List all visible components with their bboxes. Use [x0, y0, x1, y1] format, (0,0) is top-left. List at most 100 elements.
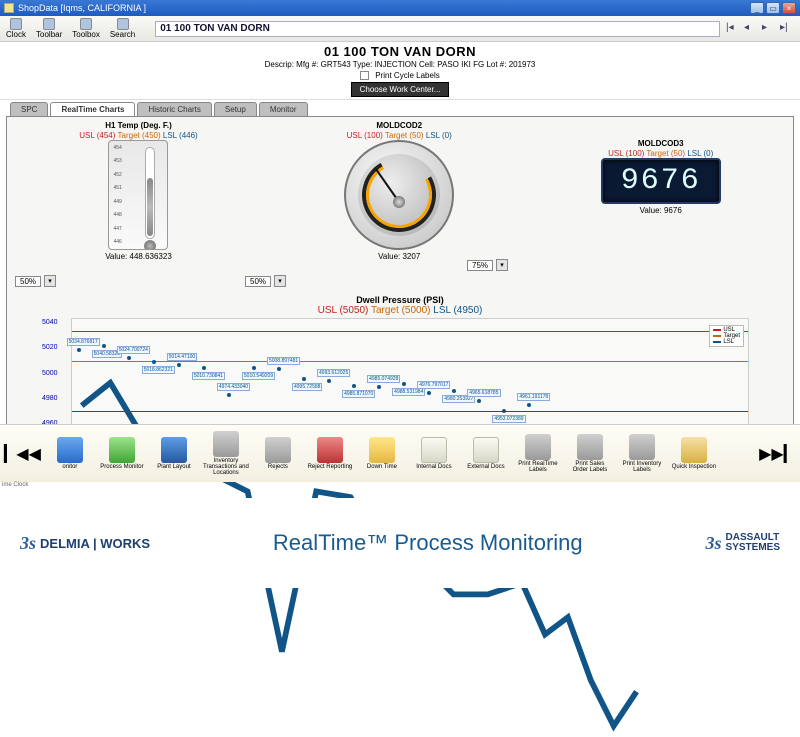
chart-point-label: 5008.897481 — [267, 357, 300, 365]
nav-first[interactable]: |◂ — [726, 22, 740, 36]
print-cycle-checkbox[interactable] — [360, 71, 369, 80]
chart-point-label: 4985.074928 — [367, 375, 400, 383]
tb-last-icon[interactable]: ▶▎ — [771, 444, 796, 464]
page-title: 01 100 TON VAN DORN — [0, 44, 800, 59]
printer-icon — [525, 434, 551, 460]
chart-title: Dwell Pressure (PSI) — [11, 295, 789, 305]
chart-point-label: 4961.191178 — [517, 393, 550, 401]
chart-area: 50405020500049804960 USL Target LSL 5034… — [71, 318, 749, 428]
tab-strip: SPC RealTime Charts Historic Charts Setu… — [0, 102, 800, 116]
page-header: 01 100 TON VAN DORN Descrip: Mfg #: GRT5… — [0, 42, 800, 100]
dassault-logo: 3s DASSAULTSYSTEMES — [706, 533, 780, 553]
tb-first-icon[interactable]: ▎◀ — [4, 444, 29, 464]
rejects-icon — [265, 437, 291, 463]
dropdown-icon[interactable]: ▾ — [496, 259, 508, 271]
tb-process-monitor[interactable]: Process Monitor — [99, 437, 145, 470]
tb-print-realtime[interactable]: Print RealTime Labels — [515, 434, 561, 474]
action-toolbar: ▎◀ ◀ onitor Process Monitor Plant Layout… — [0, 424, 800, 482]
chart-point-label: 5018.862321 — [142, 366, 175, 374]
toolbox-tool[interactable]: Toolbox — [72, 18, 100, 39]
dial-gauge: MOLDCOD2 USL (100) Target (50) LSL (0) V… — [334, 121, 464, 261]
dial-pct[interactable]: 50% — [245, 276, 271, 287]
tab-realtime-charts[interactable]: RealTime Charts — [50, 102, 135, 116]
minimize-button[interactable]: _ — [750, 2, 764, 14]
tb-rejects[interactable]: Rejects — [255, 437, 301, 470]
chart-point — [202, 366, 206, 370]
nav-next[interactable]: ▸ — [762, 22, 776, 36]
chart-point-label: 4976.797017 — [417, 381, 450, 389]
workcenter-address[interactable]: 01 100 TON VAN DORN — [155, 21, 720, 37]
dial-pct-right[interactable]: 75% — [467, 260, 493, 271]
nav-prev[interactable]: ◂ — [744, 22, 758, 36]
tab-spc[interactable]: SPC — [10, 102, 48, 116]
tb-inventory-trans[interactable]: Inventory Transactions and Locations — [203, 431, 249, 477]
printer-icon — [577, 434, 603, 460]
monitor-icon — [57, 437, 83, 463]
realtime-panel: H1 Temp (Deg. F.) USL (454) Target (450)… — [6, 116, 794, 456]
tb-onitor[interactable]: onitor — [47, 437, 93, 470]
footer-title: RealTime™ Process Monitoring — [273, 530, 583, 556]
toolbar-icon — [43, 18, 55, 30]
thermo-title: H1 Temp (Deg. F.) — [105, 121, 172, 130]
toolbar-tool[interactable]: Toolbar — [36, 18, 62, 39]
chart-point-label: 5014.47100 — [167, 353, 197, 361]
clock-icon — [10, 18, 22, 30]
chart-point — [327, 379, 331, 383]
dial-limits: USL (100) Target (50) LSL (0) — [347, 131, 452, 140]
chart-point — [152, 360, 156, 364]
chart-point — [227, 393, 231, 397]
plant-layout-icon — [161, 437, 187, 463]
tb-prev-icon[interactable]: ◀ — [29, 444, 41, 464]
toolbox-icon — [80, 18, 92, 30]
tb-print-sales[interactable]: Print Sales Order Labels — [567, 434, 613, 474]
chart-point-label: 5010.730841 — [192, 372, 225, 380]
lcd-title: MOLDCOD3 — [638, 139, 684, 148]
lcd-limits: USL (100) Target (50) LSL (0) — [608, 149, 713, 158]
tb-print-inventory[interactable]: Print Inventory Labels — [619, 434, 665, 474]
maximize-button[interactable]: ▭ — [766, 2, 780, 14]
thermometer-icon: 454453452451449448447446 — [108, 140, 168, 250]
chart-point — [102, 344, 106, 348]
thermo-value: Value: 448.636323 — [105, 252, 172, 261]
search-tool[interactable]: Search — [110, 18, 135, 39]
tb-external-docs[interactable]: External Docs — [463, 437, 509, 470]
internal-docs-icon — [421, 437, 447, 463]
tab-setup[interactable]: Setup — [214, 102, 257, 116]
dropdown-icon[interactable]: ▾ — [274, 275, 286, 287]
chart-point-label: 5024.700724 — [117, 346, 150, 354]
usl-line — [72, 331, 748, 332]
tab-monitor[interactable]: Monitor — [259, 102, 308, 116]
tab-historic-charts[interactable]: Historic Charts — [137, 102, 211, 116]
process-monitor-icon — [109, 437, 135, 463]
choose-workcenter-button[interactable]: Choose Work Center... — [351, 82, 450, 97]
close-button[interactable]: × — [782, 2, 796, 14]
chart-point-label: 4995.72588 — [292, 383, 322, 391]
chart-limits: USL (5050) Target (5000) LSL (4950) — [11, 305, 789, 316]
tb-down-time[interactable]: Down Time — [359, 437, 405, 470]
window-title: ShopData [Iqms, CALIFORNIA ] — [18, 3, 146, 13]
nav-last[interactable]: ▸| — [780, 22, 794, 36]
external-docs-icon — [473, 437, 499, 463]
chart-point — [452, 389, 456, 393]
thermo-pct[interactable]: 50% — [15, 276, 41, 287]
chart-point-label: 4988.531984 — [392, 388, 425, 396]
chart-legend: USL Target LSL — [709, 325, 744, 347]
inventory-icon — [213, 431, 239, 457]
tb-next-icon[interactable]: ▶ — [759, 444, 771, 464]
reject-report-icon — [317, 437, 343, 463]
dropdown-icon[interactable]: ▾ — [44, 275, 56, 287]
clock-tool[interactable]: Clock — [6, 18, 26, 39]
chart-point-label: 4974.433040 — [217, 383, 250, 391]
status-text: ime Clock — [2, 482, 28, 488]
lcd-gauge: MOLDCOD3 USL (100) Target (50) LSL (0) 9… — [601, 139, 721, 215]
tb-plant-layout[interactable]: Plant Layout — [151, 437, 197, 470]
tb-reject-reporting[interactable]: Reject Reporting — [307, 437, 353, 470]
tb-internal-docs[interactable]: Internal Docs — [411, 437, 457, 470]
print-cycle-label: Print Cycle Labels — [375, 71, 439, 80]
thermo-limits: USL (454) Target (450) LSL (446) — [79, 131, 197, 140]
footer-brand: 3s DELMIA | WORKS RealTime™ Process Moni… — [0, 498, 800, 588]
lcd-display: 9676 — [601, 158, 721, 204]
chart-point-label: 4985.871070 — [342, 390, 375, 398]
chart-point — [127, 356, 131, 360]
tb-quick-inspection[interactable]: Quick Inspection — [671, 437, 717, 470]
